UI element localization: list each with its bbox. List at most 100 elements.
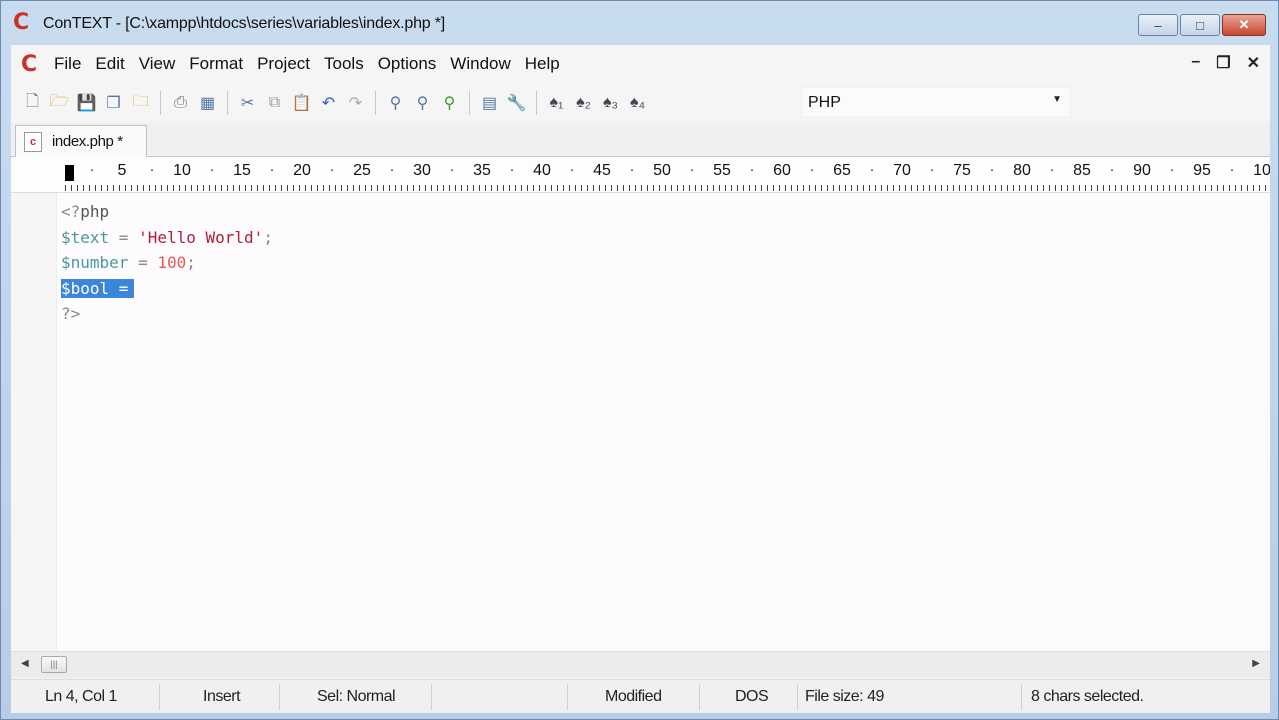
open-folder-icon[interactable]: 🗀	[127, 91, 154, 115]
highlighter-select[interactable]: PHP ▼	[801, 87, 1071, 117]
tab-label: index.php *	[52, 133, 123, 150]
document-restore-button[interactable]: ❐	[1216, 53, 1230, 73]
line-ending: DOS	[735, 688, 769, 705]
replace-icon[interactable]: ⚲	[436, 91, 463, 115]
ruler-dot: ·	[1169, 161, 1175, 178]
ruler-number: 50	[653, 162, 671, 179]
status-bar: Ln 4, Col 1 Insert Sel: Normal Modified …	[11, 679, 1270, 713]
menu-file[interactable]: File	[47, 54, 88, 74]
print-preview-icon[interactable]: ▦	[194, 91, 221, 115]
close-button[interactable]: ✕	[1222, 14, 1266, 36]
php-file-icon: c	[24, 131, 42, 152]
code-line[interactable]: $text = 'Hello World';	[61, 225, 273, 251]
document-minimize-button[interactable]: –	[1191, 53, 1200, 73]
tools-icon[interactable]: 🔧	[503, 91, 530, 115]
toolbar-separator	[227, 91, 228, 115]
ruler-dot: ·	[1109, 161, 1115, 178]
menu-tools[interactable]: Tools	[317, 54, 371, 74]
tab-index-php[interactable]: c index.php *	[15, 125, 147, 157]
menu-options[interactable]: Options	[371, 54, 444, 74]
code-area[interactable]: <?php $text = 'Hello World'; $number = 100…	[61, 199, 273, 327]
code-line[interactable]: $number = 100;	[61, 250, 273, 276]
ruler-number: 45	[593, 162, 611, 179]
ruler-cursor-marker	[65, 165, 74, 181]
ruler: 5 · 10 · 15 · 20 · 25 · 30 · 35 · 40 · 45 · 50 · 55 · 60 · 65 · 70…	[11, 157, 1270, 193]
paste-icon[interactable]: 📋	[288, 91, 315, 115]
status-divider	[159, 684, 160, 710]
document-menu-icon[interactable]: C	[21, 52, 37, 77]
find-icon[interactable]: ⚲	[382, 91, 409, 115]
user-command-4-icon[interactable]: ♠₄	[624, 91, 651, 115]
redo-icon[interactable]: ↷	[342, 91, 369, 115]
code-token-var: $bool	[61, 278, 110, 298]
horizontal-scrollbar[interactable]: ◀ ||| ▶	[11, 651, 1270, 677]
document-close-button[interactable]: ✕	[1247, 53, 1260, 73]
selected-text[interactable]: $bool =	[61, 278, 135, 298]
code-token-str: 'Hello World'	[138, 227, 264, 247]
code-token-var: $number	[61, 253, 129, 272]
cut-icon[interactable]: ✂	[234, 91, 261, 115]
ruler-dot: ·	[1229, 161, 1235, 178]
user-command-2-icon[interactable]: ♠₂	[570, 91, 597, 115]
ruler-dot: ·	[209, 161, 215, 178]
selection-info: 8 chars selected.	[1031, 688, 1144, 705]
menu-window[interactable]: Window	[443, 54, 517, 74]
code-token-num: 100	[157, 253, 187, 272]
user-command-1-icon[interactable]: ♠₁	[543, 91, 570, 115]
find-next-icon[interactable]: ⚲	[409, 91, 436, 115]
copy-icon[interactable]: ⧉	[261, 91, 288, 115]
ruler-number: 70	[893, 162, 911, 179]
code-line[interactable]: $bool =	[61, 276, 273, 302]
maximize-button[interactable]: □	[1180, 14, 1220, 36]
highlighter-value: PHP	[808, 94, 841, 111]
file-properties-icon[interactable]: ▤	[476, 91, 503, 115]
minimize-button[interactable]: ‒	[1138, 14, 1178, 36]
menu-edit[interactable]: Edit	[88, 54, 131, 74]
menu-format[interactable]: Format	[182, 54, 250, 74]
ruler-number: 10	[1253, 162, 1270, 179]
ruler-ticks	[65, 185, 1270, 191]
app-window: C ConTEXT - [C:\xampp\htdocs\series\vari…	[0, 0, 1279, 720]
save-all-icon[interactable]: ❐	[100, 91, 127, 115]
menu-view[interactable]: View	[132, 54, 183, 74]
ruler-number: 95	[1193, 162, 1211, 179]
scroll-left-arrow-icon[interactable]: ◀	[21, 658, 29, 669]
ruler-number: 5	[117, 162, 127, 179]
status-divider	[431, 684, 432, 710]
code-token-tag: ?>	[61, 304, 81, 323]
status-divider	[279, 684, 280, 710]
user-command-3-icon[interactable]: ♠₃	[597, 91, 624, 115]
ruler-dot: ·	[89, 161, 95, 178]
code-line[interactable]: ?>	[61, 301, 273, 327]
ruler-number: 80	[1013, 162, 1031, 179]
menu-project[interactable]: Project	[250, 54, 317, 74]
file-size: File size: 49	[805, 688, 884, 705]
client-area: C File Edit View Format Project Tools Options W…	[11, 45, 1270, 713]
context-logo-icon: C	[13, 10, 30, 35]
code-editor[interactable]: <?php $text = 'Hello World'; $number = 100…	[11, 193, 1270, 651]
window-title: ConTEXT - [C:\xampp\htdocs\series\variab…	[43, 15, 446, 32]
ruler-number: 65	[833, 162, 851, 179]
scrollbar-thumb[interactable]: |||	[41, 656, 67, 673]
open-file-icon[interactable]: 🗁	[46, 91, 73, 115]
save-icon[interactable]: 💾	[73, 91, 100, 115]
ruler-number: 40	[533, 162, 551, 179]
toolbar-separator	[536, 91, 537, 115]
status-divider	[699, 684, 700, 710]
cursor-position: Ln 4, Col 1	[45, 688, 117, 705]
title-bar[interactable]: C ConTEXT - [C:\xampp\htdocs\series\vari…	[1, 1, 1278, 45]
print-icon[interactable]: ⎙	[167, 91, 194, 115]
code-line[interactable]: <?php	[61, 199, 273, 225]
menu-help[interactable]: Help	[518, 54, 567, 74]
ruler-dot: ·	[989, 161, 995, 178]
menu-bar: C File Edit View Format Project Tools Options W…	[11, 45, 1270, 83]
code-token-op: =	[128, 253, 158, 272]
ruler-number: 85	[1073, 162, 1091, 179]
ruler-dot: ·	[389, 161, 395, 178]
ruler-dot: ·	[629, 161, 635, 178]
undo-icon[interactable]: ↶	[315, 91, 342, 115]
status-divider	[1021, 684, 1022, 710]
new-file-icon[interactable]: 🗋	[19, 91, 46, 115]
scroll-right-arrow-icon[interactable]: ▶	[1252, 658, 1260, 669]
ruler-dot: ·	[749, 161, 755, 178]
